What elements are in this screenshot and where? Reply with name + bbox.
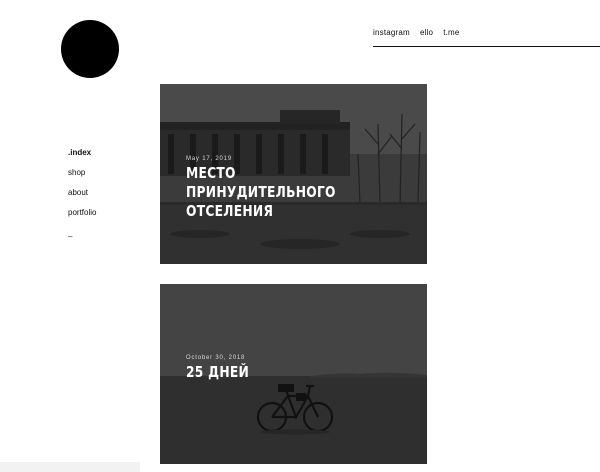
nav-item-about[interactable]: about — [68, 188, 96, 208]
social-link-instagram[interactable]: instagram — [373, 28, 410, 37]
social-nav: instagram ello t.me — [373, 28, 460, 37]
nav-item-shop[interactable]: shop — [68, 168, 96, 188]
social-link-telegram[interactable]: t.me — [443, 28, 459, 37]
nav-item-portfolio[interactable]: portfolio — [68, 208, 96, 228]
logo[interactable] — [61, 20, 119, 78]
social-link-ello[interactable]: ello — [420, 28, 433, 37]
side-nav: .index shop about portfolio – — [68, 148, 96, 241]
nav-item-index[interactable]: .index — [68, 148, 96, 168]
post-card-1[interactable]: May 17, 2019 МЕСТО ПРИНУДИТЕЛЬНОГО ОТСЕЛ… — [160, 84, 427, 264]
nav-dash: – — [68, 232, 73, 241]
post-date: May 17, 2019 — [186, 156, 232, 162]
scroll-strip — [0, 462, 140, 472]
post-date: October 30, 2018 — [186, 355, 246, 361]
post-title[interactable]: МЕСТО ПРИНУДИТЕЛЬНОГО ОТСЕЛЕНИЯ — [186, 164, 366, 221]
header-divider — [373, 46, 600, 47]
post-card-2[interactable]: October 30, 2018 25 ДНЕЙ — [160, 284, 427, 464]
post-title[interactable]: 25 ДНЕЙ — [186, 363, 366, 382]
